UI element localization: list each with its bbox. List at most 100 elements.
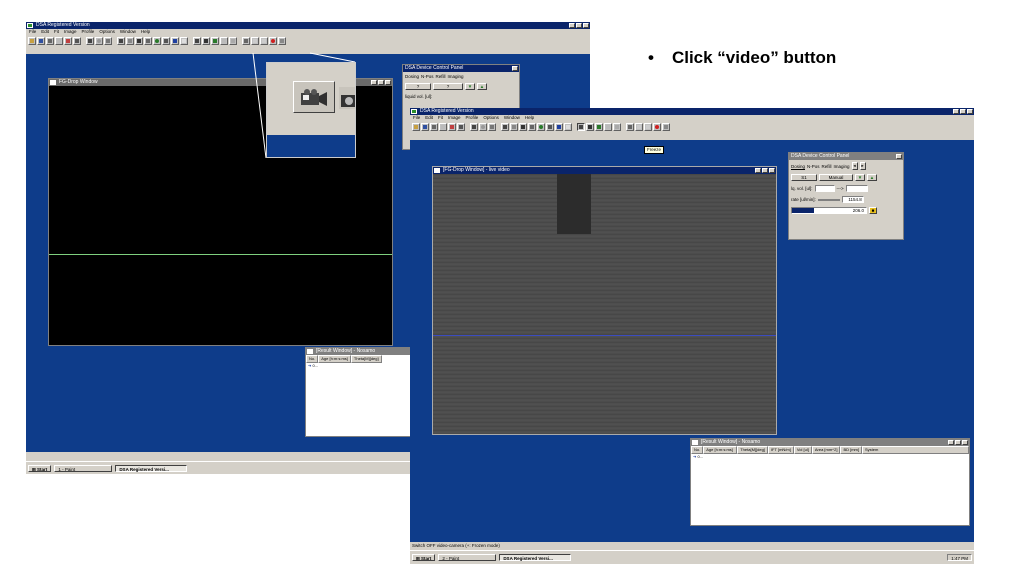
menu-help[interactable]: Help — [141, 29, 150, 35]
close-icon[interactable] — [769, 168, 775, 173]
menu-options[interactable]: Options — [483, 115, 499, 121]
profile-icon[interactable] — [86, 37, 94, 45]
syringe-select[interactable]: S1 — [791, 174, 817, 181]
circle-icon[interactable] — [95, 37, 103, 45]
maximize-icon[interactable] — [762, 168, 768, 173]
maximize-icon[interactable] — [960, 109, 966, 114]
menu-help[interactable]: Help — [525, 115, 534, 121]
list-icon[interactable] — [613, 123, 621, 131]
record-icon[interactable] — [269, 37, 277, 45]
tab-refill[interactable]: Refill — [436, 74, 446, 79]
back-select-2[interactable]: ? — [433, 83, 463, 90]
minimize-icon[interactable] — [371, 80, 377, 85]
note-icon[interactable] — [180, 37, 188, 45]
tab-prev-icon[interactable]: ◂ — [851, 162, 858, 170]
menu-fit[interactable]: Fit — [438, 115, 443, 121]
close-icon[interactable] — [896, 154, 902, 159]
maximize-icon[interactable] — [576, 23, 582, 28]
tab-imaging[interactable]: Imaging — [448, 74, 464, 79]
tab-next-icon[interactable]: ▸ — [859, 162, 866, 170]
circle-icon[interactable] — [479, 123, 487, 131]
note-icon[interactable] — [564, 123, 572, 131]
image-icon[interactable] — [448, 123, 456, 131]
zoom-video-button[interactable] — [293, 81, 335, 113]
minimize-icon[interactable] — [755, 168, 761, 173]
menu-profile[interactable]: Profile — [466, 115, 479, 121]
front-drop-window[interactable]: [FG-Drop Window] - live video — [432, 166, 777, 435]
lq-input[interactable] — [814, 185, 835, 192]
grid-icon[interactable] — [439, 123, 447, 131]
down-arrow-icon[interactable]: ▼ — [855, 174, 865, 181]
m-icon[interactable] — [546, 123, 554, 131]
camera-icon[interactable] — [202, 37, 210, 45]
play-icon[interactable] — [251, 37, 259, 45]
minimize-icon[interactable] — [569, 23, 575, 28]
taskbar-paint[interactable]: 1 - Paint — [54, 464, 113, 472]
maximize-icon[interactable] — [955, 440, 961, 445]
grid-icon[interactable] — [55, 37, 63, 45]
disk-icon[interactable] — [278, 37, 286, 45]
start-button[interactable]: ⊞ Start — [412, 554, 436, 561]
zoom-icon[interactable] — [528, 123, 536, 131]
close-icon[interactable] — [962, 440, 968, 445]
tab-dosing[interactable]: Dosing — [405, 74, 419, 79]
close-icon[interactable] — [583, 23, 589, 28]
export-icon[interactable] — [626, 123, 634, 131]
chart-icon[interactable] — [135, 37, 143, 45]
drop-icon[interactable] — [457, 123, 465, 131]
menu-edit[interactable]: Edit — [41, 29, 49, 35]
needle-icon[interactable] — [488, 123, 496, 131]
lq-target-input[interactable] — [845, 185, 868, 192]
measure-icon[interactable] — [501, 123, 509, 131]
m-icon[interactable] — [162, 37, 170, 45]
save-icon[interactable] — [421, 123, 429, 131]
image-icon[interactable] — [64, 37, 72, 45]
close-icon[interactable] — [967, 109, 973, 114]
open-icon[interactable] — [412, 123, 420, 131]
mode-select[interactable]: Manual — [819, 174, 853, 181]
video-icon[interactable] — [577, 123, 585, 131]
maximize-icon[interactable] — [378, 80, 384, 85]
menu-image[interactable]: Image — [448, 115, 461, 121]
close-icon[interactable] — [385, 80, 391, 85]
menu-window[interactable]: Window — [504, 115, 520, 121]
open-icon[interactable] — [28, 37, 36, 45]
menu-fit[interactable]: Fit — [54, 29, 59, 35]
settings-icon[interactable] — [595, 123, 603, 131]
dispense-icon[interactable]: ■ — [869, 207, 877, 214]
menu-file[interactable]: File — [413, 115, 420, 121]
tab-dosing[interactable]: Dosing — [791, 164, 805, 169]
taskbar-dsa[interactable]: DSA Registered Versi... — [499, 554, 572, 561]
back-select-1[interactable]: ? — [405, 83, 431, 90]
tab-npos[interactable]: N-Pos — [807, 164, 820, 169]
taskbar-dsa[interactable]: DSA Registered Versi... — [115, 464, 188, 472]
minimize-icon[interactable] — [953, 109, 959, 114]
person-icon[interactable] — [171, 37, 179, 45]
close-icon[interactable] — [512, 66, 518, 71]
print-icon[interactable] — [46, 37, 54, 45]
taskbar-paint[interactable]: 2 - Paint — [438, 554, 497, 561]
table-icon[interactable] — [510, 123, 518, 131]
menu-file[interactable]: File — [29, 29, 36, 35]
tab-imaging[interactable]: Imaging — [834, 164, 850, 169]
down-arrow-icon[interactable]: ▼ — [465, 83, 475, 90]
chart-icon[interactable] — [519, 123, 527, 131]
rate-input[interactable]: 1154.8 — [841, 196, 864, 203]
video-icon[interactable] — [193, 37, 201, 45]
up-arrow-icon[interactable]: ▲ — [867, 174, 877, 181]
settings-icon[interactable] — [211, 37, 219, 45]
menu-options[interactable]: Options — [99, 29, 115, 35]
save-icon[interactable] — [37, 37, 45, 45]
tab-npos[interactable]: N-Pos — [421, 74, 434, 79]
menu-window[interactable]: Window — [120, 29, 136, 35]
tab-refill[interactable]: Refill — [822, 164, 832, 169]
start-button[interactable]: ⊞ Start — [28, 464, 52, 472]
needle-icon[interactable] — [104, 37, 112, 45]
disk-icon[interactable] — [662, 123, 670, 131]
stop-icon[interactable] — [260, 37, 268, 45]
profile-icon[interactable] — [470, 123, 478, 131]
menu-edit[interactable]: Edit — [425, 115, 433, 121]
zoom-icon[interactable] — [144, 37, 152, 45]
play-icon[interactable] — [635, 123, 643, 131]
menu-image[interactable]: Image — [64, 29, 77, 35]
